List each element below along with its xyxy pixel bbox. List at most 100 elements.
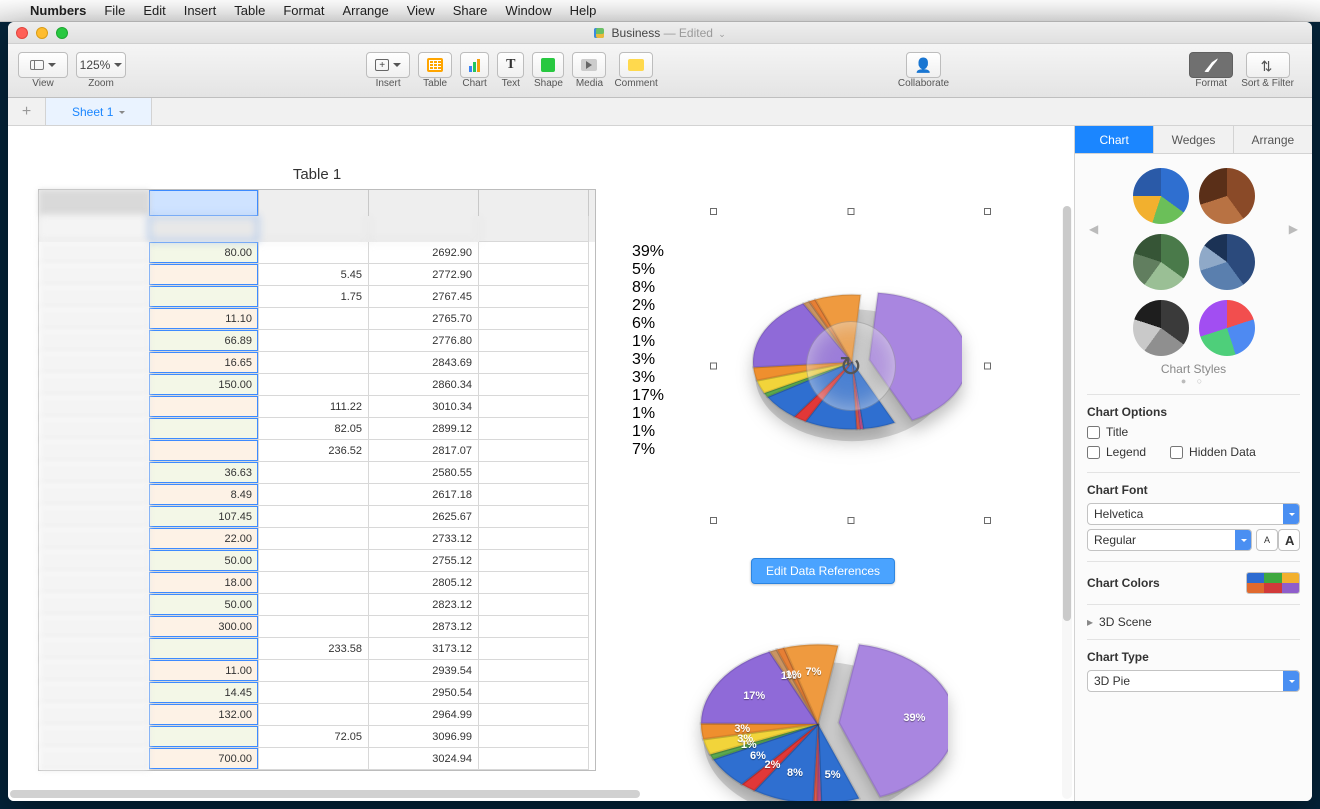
- table-row[interactable]: 72.053096.99: [39, 726, 595, 748]
- table-row[interactable]: 36.632580.55: [39, 462, 595, 484]
- pie-chart-selected[interactable]: 39%5%8%2%6%1%3%3%17%1%1%7%: [713, 211, 988, 521]
- format-button[interactable]: [1189, 52, 1233, 78]
- canvas[interactable]: Table 1 80.002692.905.452772.901.752767.…: [8, 126, 1074, 801]
- scrollbar-thumb[interactable]: [10, 790, 640, 798]
- menu-help[interactable]: Help: [570, 3, 597, 18]
- table-row[interactable]: 107.452625.67: [39, 506, 595, 528]
- format-label: Format: [1195, 78, 1227, 89]
- table-row[interactable]: 82.052899.12: [39, 418, 595, 440]
- shape-button[interactable]: [532, 52, 564, 78]
- menu-window[interactable]: Window: [505, 3, 551, 18]
- sheet-tab-label: Sheet 1: [72, 105, 113, 119]
- hidden-data-checkbox[interactable]: Hidden Data: [1170, 445, 1256, 459]
- text-button[interactable]: T: [497, 52, 524, 78]
- table-row[interactable]: 16.652843.69: [39, 352, 595, 374]
- styles-page-dots[interactable]: ● ○: [1087, 376, 1300, 386]
- collaborate-button[interactable]: 👤: [906, 52, 941, 78]
- table-row[interactable]: 700.003024.94: [39, 748, 595, 770]
- font-weight-select[interactable]: Regular: [1087, 529, 1252, 551]
- font-size-increase[interactable]: A: [1278, 529, 1300, 551]
- pie-chart-secondary[interactable]: Edit Data References 39%5%8%2%6%1%3%3%17…: [658, 566, 988, 801]
- table-row[interactable]: 11.102765.70: [39, 308, 595, 330]
- titlebar[interactable]: Business — Edited ⌄: [8, 22, 1312, 44]
- chart-style-swatch[interactable]: [1199, 234, 1255, 290]
- 3d-scene-disclosure[interactable]: 3D Scene: [1087, 615, 1300, 629]
- chart-style-swatch[interactable]: [1199, 300, 1255, 356]
- table-row[interactable]: 300.002873.12: [39, 616, 595, 638]
- table-button[interactable]: [418, 52, 452, 78]
- styles-prev-icon[interactable]: ◀: [1089, 222, 1098, 236]
- add-sheet-button[interactable]: +: [8, 98, 46, 125]
- menu-edit[interactable]: Edit: [143, 3, 165, 18]
- table-title: Table 1: [38, 166, 596, 183]
- menu-view[interactable]: View: [407, 3, 435, 18]
- table-header-row[interactable]: [39, 216, 595, 242]
- table-row[interactable]: 50.002823.12: [39, 594, 595, 616]
- resize-handle[interactable]: [847, 517, 854, 524]
- menu-share[interactable]: Share: [453, 3, 488, 18]
- chart-type-select[interactable]: 3D Pie: [1087, 670, 1300, 692]
- zoom-select[interactable]: 125%: [76, 52, 126, 78]
- title-chevron-icon[interactable]: ⌄: [718, 29, 726, 39]
- table-row[interactable]: 80.002692.90: [39, 242, 595, 264]
- spreadsheet-table[interactable]: Table 1 80.002692.905.452772.901.752767.…: [38, 166, 596, 771]
- shape-icon: [541, 58, 555, 72]
- resize-handle[interactable]: [847, 208, 854, 215]
- menu-format[interactable]: Format: [283, 3, 324, 18]
- table-row[interactable]: 50.002755.12: [39, 550, 595, 572]
- chart-colors-button[interactable]: [1246, 572, 1300, 594]
- table-row[interactable]: 8.492617.18: [39, 484, 595, 506]
- table-row[interactable]: 150.002860.34: [39, 374, 595, 396]
- resize-handle[interactable]: [984, 363, 991, 370]
- table-row[interactable]: 236.522817.07: [39, 440, 595, 462]
- chart-style-swatch[interactable]: [1133, 234, 1189, 290]
- media-button[interactable]: [572, 52, 606, 78]
- table-row[interactable]: 14.452950.54: [39, 682, 595, 704]
- menu-file[interactable]: File: [104, 3, 125, 18]
- menu-table[interactable]: Table: [234, 3, 265, 18]
- sheet-tab[interactable]: Sheet 1: [46, 98, 152, 125]
- zoom-window-icon[interactable]: [56, 27, 68, 39]
- edit-data-references-button[interactable]: Edit Data References: [751, 558, 895, 584]
- close-window-icon[interactable]: [16, 27, 28, 39]
- view-button[interactable]: [18, 52, 68, 78]
- resize-handle[interactable]: [984, 208, 991, 215]
- chart-style-swatch[interactable]: [1133, 300, 1189, 356]
- app-menu[interactable]: Numbers: [30, 3, 86, 18]
- menu-arrange[interactable]: Arrange: [342, 3, 388, 18]
- inspector-tab-arrange[interactable]: Arrange: [1234, 126, 1312, 153]
- table-row[interactable]: 233.583173.12: [39, 638, 595, 660]
- resize-handle[interactable]: [710, 208, 717, 215]
- resize-handle[interactable]: [710, 517, 717, 524]
- table-row[interactable]: 66.892776.80: [39, 330, 595, 352]
- legend-checkbox[interactable]: Legend: [1087, 445, 1146, 459]
- comment-button[interactable]: [619, 52, 653, 78]
- chart-options-heading: Chart Options: [1087, 405, 1300, 419]
- table-row[interactable]: 5.452772.90: [39, 264, 595, 286]
- title-checkbox[interactable]: Title: [1087, 425, 1300, 439]
- table-row[interactable]: 1.752767.45: [39, 286, 595, 308]
- chart-button[interactable]: [460, 52, 489, 78]
- font-family-select[interactable]: Helvetica: [1087, 503, 1300, 525]
- sort-filter-button[interactable]: [1246, 52, 1290, 78]
- font-size-decrease[interactable]: A: [1256, 529, 1278, 551]
- chart-style-swatch[interactable]: [1133, 168, 1189, 224]
- styles-next-icon[interactable]: ▶: [1289, 222, 1298, 236]
- chart-style-swatch[interactable]: [1199, 168, 1255, 224]
- resize-handle[interactable]: [984, 517, 991, 524]
- inspector-tab-wedges[interactable]: Wedges: [1154, 126, 1233, 153]
- table-row[interactable]: 18.002805.12: [39, 572, 595, 594]
- collaborate-label: Collaborate: [898, 78, 949, 89]
- insert-button[interactable]: +: [366, 52, 410, 78]
- table-row[interactable]: 11.002939.54: [39, 660, 595, 682]
- scrollbar-thumb[interactable]: [1063, 206, 1071, 621]
- table-column-headers[interactable]: [39, 190, 595, 216]
- table-row[interactable]: 22.002733.12: [39, 528, 595, 550]
- menu-insert[interactable]: Insert: [184, 3, 217, 18]
- scrollbar-vertical[interactable]: [1062, 206, 1072, 799]
- table-row[interactable]: 111.223010.34: [39, 396, 595, 418]
- table-row[interactable]: 132.002964.99: [39, 704, 595, 726]
- inspector-tab-chart[interactable]: Chart: [1075, 126, 1154, 153]
- minimize-window-icon[interactable]: [36, 27, 48, 39]
- scrollbar-horizontal[interactable]: [10, 789, 1060, 799]
